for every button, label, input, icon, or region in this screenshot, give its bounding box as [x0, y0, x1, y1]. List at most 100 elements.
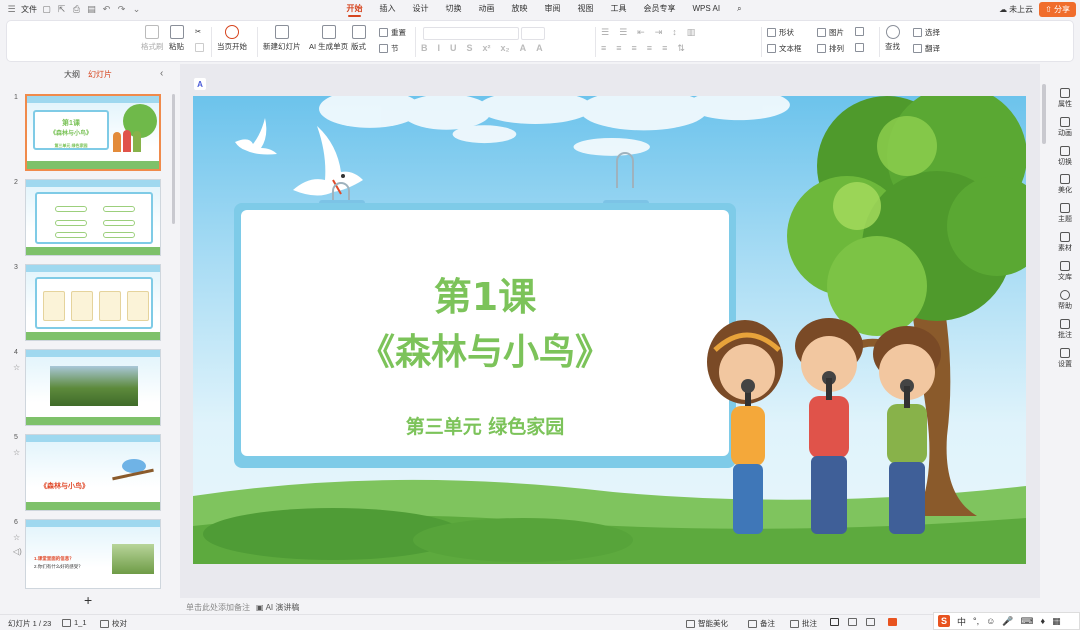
proofread-button[interactable]: 校对 — [100, 618, 127, 629]
comments-toggle[interactable]: 批注 — [790, 618, 817, 629]
tab-transition[interactable]: 切换 — [437, 0, 470, 18]
tab-animation[interactable]: 动画 — [470, 0, 503, 18]
thumbnail-scrollbar[interactable] — [172, 94, 175, 224]
slide-title-line1[interactable]: 第1课 — [241, 266, 729, 321]
font-family-select[interactable] — [423, 27, 519, 40]
picture-button[interactable]: 图片 — [817, 27, 844, 38]
theme-indicator[interactable]: 1_1 — [62, 618, 87, 627]
file-menu[interactable]: 文件 — [21, 4, 37, 15]
cloud-status[interactable]: ☁ 未上云 — [999, 4, 1033, 15]
decrease-indent-icon[interactable]: ⇤ — [637, 27, 645, 38]
tab-view[interactable]: 视图 — [569, 0, 602, 18]
slide-subtitle[interactable]: 第三单元 绿色家园 — [241, 412, 729, 439]
toolbox-icon[interactable]: ▦ — [1052, 616, 1061, 627]
export-icon[interactable]: ⇱ — [56, 4, 67, 15]
sogou-logo-icon[interactable]: S — [938, 615, 950, 627]
format-brush-button[interactable]: 格式刷 — [141, 25, 164, 52]
ai-generate-button[interactable]: AI 生成单页 — [309, 25, 348, 52]
tab-insert[interactable]: 插入 — [371, 0, 404, 18]
add-slide-button[interactable]: + — [84, 592, 92, 608]
redo-icon[interactable]: ↷ — [116, 4, 127, 15]
slideshow-play-icon[interactable] — [888, 618, 897, 626]
notes-placeholder[interactable]: 单击此处添加备注 — [186, 602, 250, 613]
cut-icon[interactable]: ✂ — [195, 27, 201, 36]
slide-thumb-5[interactable]: 《森林与小鸟》 — [25, 434, 161, 511]
save-icon[interactable]: ▢ — [41, 4, 52, 15]
canvas-scroll-thumb[interactable] — [1042, 84, 1046, 144]
find-button[interactable]: 查找 — [885, 25, 900, 52]
sidebar-item-theme[interactable]: 主题 — [1050, 203, 1080, 224]
tab-home[interactable]: 开始 — [338, 0, 371, 18]
tab-outline[interactable]: 大纲 — [64, 69, 80, 80]
columns-icon[interactable]: ▥ — [687, 27, 696, 38]
slide-thumb-1[interactable]: 第1课 《森林与小鸟》 第三单元 绿色家园 — [25, 94, 161, 171]
tab-membership[interactable]: 会员专享 — [635, 0, 684, 18]
font-size-select[interactable] — [521, 27, 545, 40]
align-right-icon[interactable]: ≡ — [632, 43, 637, 54]
tab-review[interactable]: 审阅 — [536, 0, 569, 18]
slide-thumb-2[interactable] — [25, 179, 161, 256]
undo-icon[interactable]: ↶ — [101, 4, 112, 15]
bullet-list-icon[interactable]: ☰ — [601, 27, 609, 38]
outline-icon[interactable] — [855, 43, 864, 52]
underline-icon[interactable]: U — [450, 43, 457, 53]
layout-button[interactable]: 版式 — [351, 25, 366, 52]
sidebar-item-assets[interactable]: 素材 — [1050, 232, 1080, 253]
increase-indent-icon[interactable]: ⇥ — [655, 27, 663, 38]
microphone-icon[interactable]: 🎤 — [1002, 616, 1013, 627]
slide-thumb-3[interactable] — [25, 264, 161, 341]
share-button[interactable]: ⇧ 分享 — [1039, 2, 1076, 17]
superscript-icon[interactable]: x² — [483, 43, 491, 53]
numbered-list-icon[interactable]: ☰ — [619, 27, 627, 38]
fill-icon[interactable] — [855, 27, 864, 36]
distribute-icon[interactable]: ≡ — [662, 43, 667, 54]
slide-thumb-6[interactable]: 1.课堂里面的信息？ 2.你们有什么好的感受？ — [25, 519, 161, 589]
tab-wps-ai[interactable]: WPS AI — [684, 0, 729, 18]
line-spacing-icon[interactable]: ↕ — [672, 27, 677, 38]
sidebar-item-help[interactable]: 帮助 — [1050, 290, 1080, 311]
align-left-icon[interactable]: ≡ — [601, 43, 606, 54]
sidebar-item-comments[interactable]: 批注 — [1050, 319, 1080, 340]
subscript-icon[interactable]: x₂ — [501, 43, 510, 53]
tab-tools[interactable]: 工具 — [602, 0, 635, 18]
reset-button[interactable]: 重置 — [379, 27, 406, 38]
notes-toggle[interactable]: 备注 — [748, 618, 775, 629]
tab-slideshow[interactable]: 放映 — [503, 0, 536, 18]
menu-icon[interactable]: ☰ — [6, 4, 17, 15]
sidebar-item-beautify[interactable]: 美化 — [1050, 174, 1080, 195]
more-icon[interactable]: ⌄ — [131, 4, 142, 15]
search-icon[interactable]: ⌕ — [729, 0, 750, 18]
sidebar-item-library[interactable]: 文库 — [1050, 261, 1080, 282]
wps-ai-icon[interactable]: A — [194, 78, 206, 90]
font-color-icon[interactable]: A — [520, 43, 527, 53]
keyboard-icon[interactable]: ⌨ — [1021, 616, 1034, 627]
sidebar-item-animation[interactable]: 动画 — [1050, 117, 1080, 138]
highlight-icon[interactable]: A — [536, 43, 543, 53]
ai-lecture-button[interactable]: ▣ AI 演讲稿 — [256, 602, 299, 613]
sidebar-item-transition[interactable]: 切换 — [1050, 146, 1080, 167]
sidebar-item-settings[interactable]: 设置 — [1050, 348, 1080, 369]
sidebar-item-properties[interactable]: 属性 — [1050, 88, 1080, 109]
text-direction-icon[interactable]: ⇅ — [677, 43, 685, 54]
view-reading-icon[interactable] — [866, 618, 875, 626]
translate-button[interactable]: 翻译 — [913, 43, 940, 54]
new-slide-button[interactable]: 新建幻灯片 — [263, 25, 301, 52]
italic-icon[interactable]: I — [438, 43, 441, 53]
play-current-button[interactable]: 当页开始 — [217, 25, 247, 52]
tab-design[interactable]: 设计 — [404, 0, 437, 18]
arrange-button[interactable]: 排列 — [817, 43, 844, 54]
collapse-panel-icon[interactable]: ‹ — [160, 68, 163, 79]
bold-icon[interactable]: B — [421, 43, 428, 53]
print-icon[interactable]: ⎙ — [71, 4, 82, 15]
tab-slides[interactable]: 幻灯片 — [88, 69, 112, 80]
preview-icon[interactable]: ▤ — [86, 4, 97, 15]
slide-title-line2[interactable]: 《森林与小鸟》 — [241, 323, 729, 375]
emoji-icon[interactable]: ☺ — [986, 616, 995, 626]
canvas-scrollbar[interactable] — [1041, 76, 1047, 576]
punctuation-icon[interactable]: °, — [973, 616, 979, 626]
view-sorter-icon[interactable] — [848, 618, 857, 626]
select-button[interactable]: 选择 — [913, 27, 940, 38]
justify-icon[interactable]: ≡ — [647, 43, 652, 54]
ime-mode[interactable]: 中 — [957, 615, 966, 628]
slide-thumb-4[interactable] — [25, 349, 161, 426]
